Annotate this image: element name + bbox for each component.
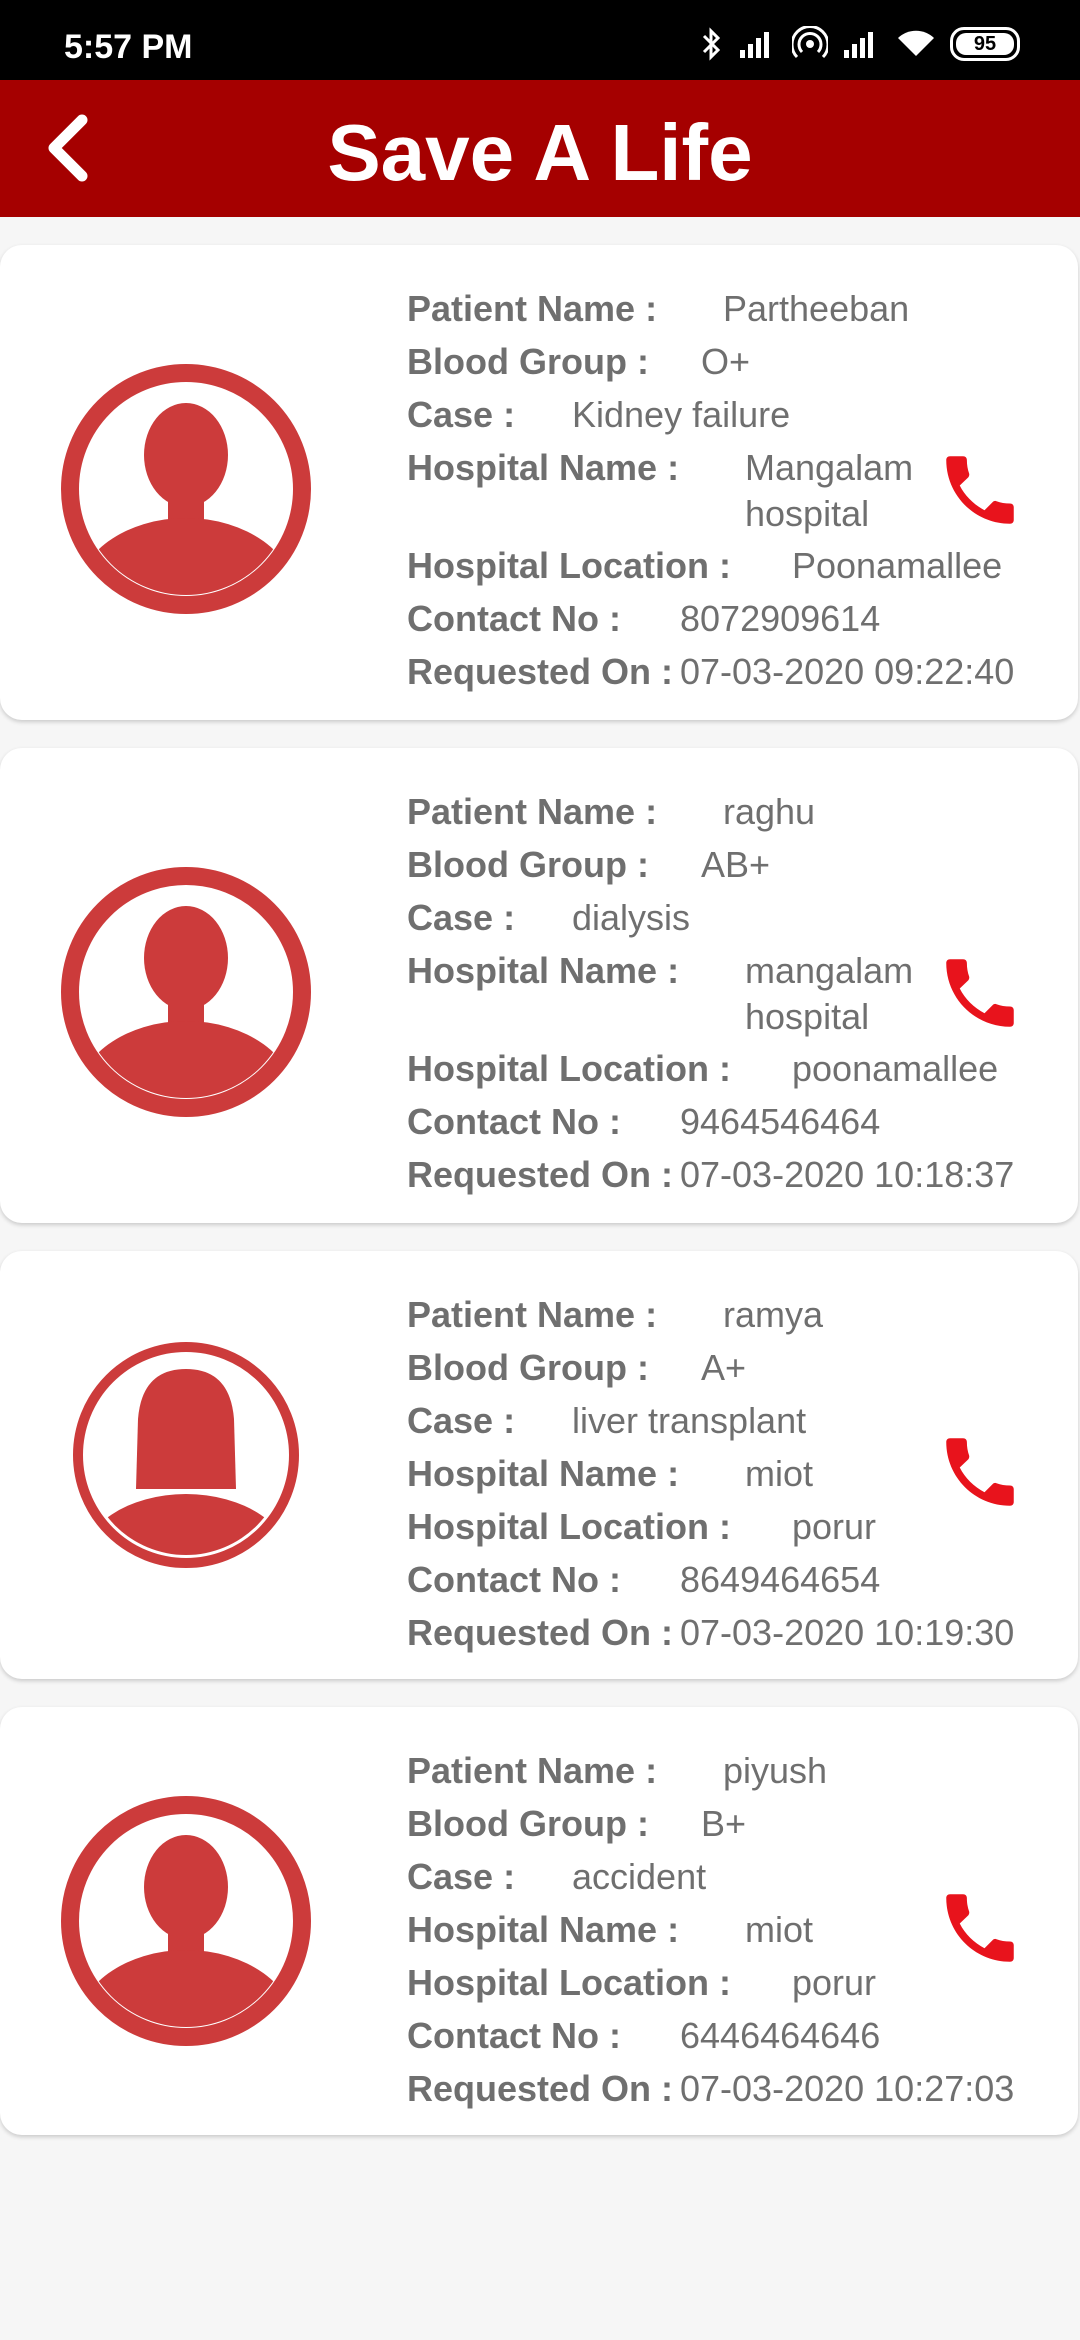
case-label: Case : <box>407 1400 516 1441</box>
hospital-location-label: Hospital Location : <box>407 1048 731 1089</box>
case-label: Case : <box>407 897 516 938</box>
hospital-name-value: mangalam <box>745 950 914 991</box>
blood-group-label: Blood Group : <box>407 1347 649 1388</box>
hospital-location-label: Hospital Location : <box>407 1962 731 2003</box>
phone-call-button[interactable] <box>935 1427 1025 1517</box>
request-card[interactable]: Patient Name : piyush Blood Group : B+ Cas… <box>0 1707 1078 2135</box>
hospital-name-label: Hospital Name : <box>407 447 680 488</box>
patient-name-label: Patient Name : <box>407 1750 658 1791</box>
hospital-name-label: Hospital Name : <box>407 950 680 991</box>
contact-no-value: 8072909614 <box>680 598 881 639</box>
case-value: dialysis <box>572 897 691 938</box>
requested-on-label: Requested On : <box>407 651 674 692</box>
phone-icon <box>946 959 1014 1027</box>
case-label: Case : <box>407 394 516 435</box>
case-value: Kidney failure <box>572 394 791 435</box>
blood-group-label: Blood Group : <box>407 1803 649 1844</box>
patient-name-label: Patient Name : <box>407 791 658 832</box>
hospital-name-label: Hospital Name : <box>407 1909 680 1950</box>
hospital-location-value: porur <box>792 1506 877 1547</box>
signal-icon-2 <box>844 32 873 58</box>
hospital-location-label: Hospital Location : <box>407 1506 731 1547</box>
battery-icon: 95 <box>950 27 1020 61</box>
battery-level: 95 <box>973 32 997 55</box>
contact-no-label: Contact No : <box>407 598 621 639</box>
patient-name-label: Patient Name : <box>407 288 658 329</box>
blood-group-value: O+ <box>701 341 751 382</box>
phone-icon <box>946 1894 1014 1962</box>
blood-group-label: Blood Group : <box>407 844 649 885</box>
blood-group-value: A+ <box>701 1347 747 1388</box>
status-bar: 5:57 PM 95 <box>0 0 1080 80</box>
request-card[interactable]: Patient Name : Partheeban Blood Group : O+… <box>0 245 1078 720</box>
phone-call-button[interactable] <box>935 948 1025 1038</box>
wifi-icon <box>898 30 934 56</box>
contact-no-value: 9464546464 <box>680 1101 881 1142</box>
hospital-location-value: porur <box>792 1962 877 2003</box>
signal-icon <box>740 32 769 58</box>
patient-name-value: Partheeban <box>723 288 910 329</box>
page-title: Save A Life <box>327 108 753 197</box>
hospital-location-label: Hospital Location : <box>407 545 731 586</box>
request-card[interactable]: Patient Name : raghu Blood Group : AB+ Cas… <box>0 748 1078 1223</box>
hospital-name-value: miot <box>745 1453 814 1494</box>
requested-on-value: 07-03-2020 10:19:30 <box>680 1612 1015 1653</box>
case-value: accident <box>572 1856 707 1897</box>
requested-on-value: 07-03-2020 10:18:37 <box>680 1154 1015 1195</box>
requested-on-label: Requested On : <box>407 1612 674 1653</box>
blood-group-value: B+ <box>701 1803 747 1844</box>
requested-on-label: Requested On : <box>407 2068 674 2109</box>
hospital-location-value: poonamallee <box>792 1048 999 1089</box>
contact-no-label: Contact No : <box>407 1559 621 1600</box>
phone-icon <box>946 456 1014 524</box>
male-avatar-icon <box>61 867 311 1117</box>
requested-on-value: 07-03-2020 09:22:40 <box>680 651 1015 692</box>
blood-group-label: Blood Group : <box>407 341 649 382</box>
request-card[interactable]: Patient Name : ramya Blood Group : A+ Case… <box>0 1251 1078 1679</box>
case-value: liver transplant <box>572 1400 807 1441</box>
case-label: Case : <box>407 1856 516 1897</box>
phone-icon <box>946 1438 1014 1506</box>
hospital-name-value-line2: hospital <box>745 996 870 1037</box>
hospital-name-value-line2: hospital <box>745 493 870 534</box>
hospital-name-value: miot <box>745 1909 814 1950</box>
status-icons: 95 <box>700 24 1020 64</box>
app-bar: Save A Life <box>0 80 1080 217</box>
patient-name-value: ramya <box>723 1294 824 1335</box>
bluetooth-icon <box>702 27 721 61</box>
hospital-location-value: Poonamallee <box>792 545 1003 586</box>
phone-call-button[interactable] <box>935 1883 1025 1973</box>
contact-no-label: Contact No : <box>407 2015 621 2056</box>
patient-name-value: raghu <box>723 791 816 832</box>
phone-call-button[interactable] <box>935 445 1025 535</box>
blood-group-value: AB+ <box>701 844 771 885</box>
hotspot-icon <box>792 26 828 59</box>
contact-no-value: 6446464646 <box>680 2015 881 2056</box>
patient-name-label: Patient Name : <box>407 1294 658 1335</box>
hospital-name-label: Hospital Name : <box>407 1453 680 1494</box>
patient-name-value: piyush <box>723 1750 828 1791</box>
contact-no-value: 8649464654 <box>680 1559 881 1600</box>
requested-on-value: 07-03-2020 10:27:03 <box>680 2068 1015 2109</box>
male-avatar-icon <box>61 1796 311 2046</box>
female-avatar-icon <box>73 1342 299 1568</box>
contact-no-label: Contact No : <box>407 1101 621 1142</box>
requested-on-label: Requested On : <box>407 1154 674 1195</box>
status-time: 5:57 PM <box>64 28 193 66</box>
hospital-name-value: Mangalam <box>745 447 914 488</box>
male-avatar-icon <box>61 364 311 614</box>
